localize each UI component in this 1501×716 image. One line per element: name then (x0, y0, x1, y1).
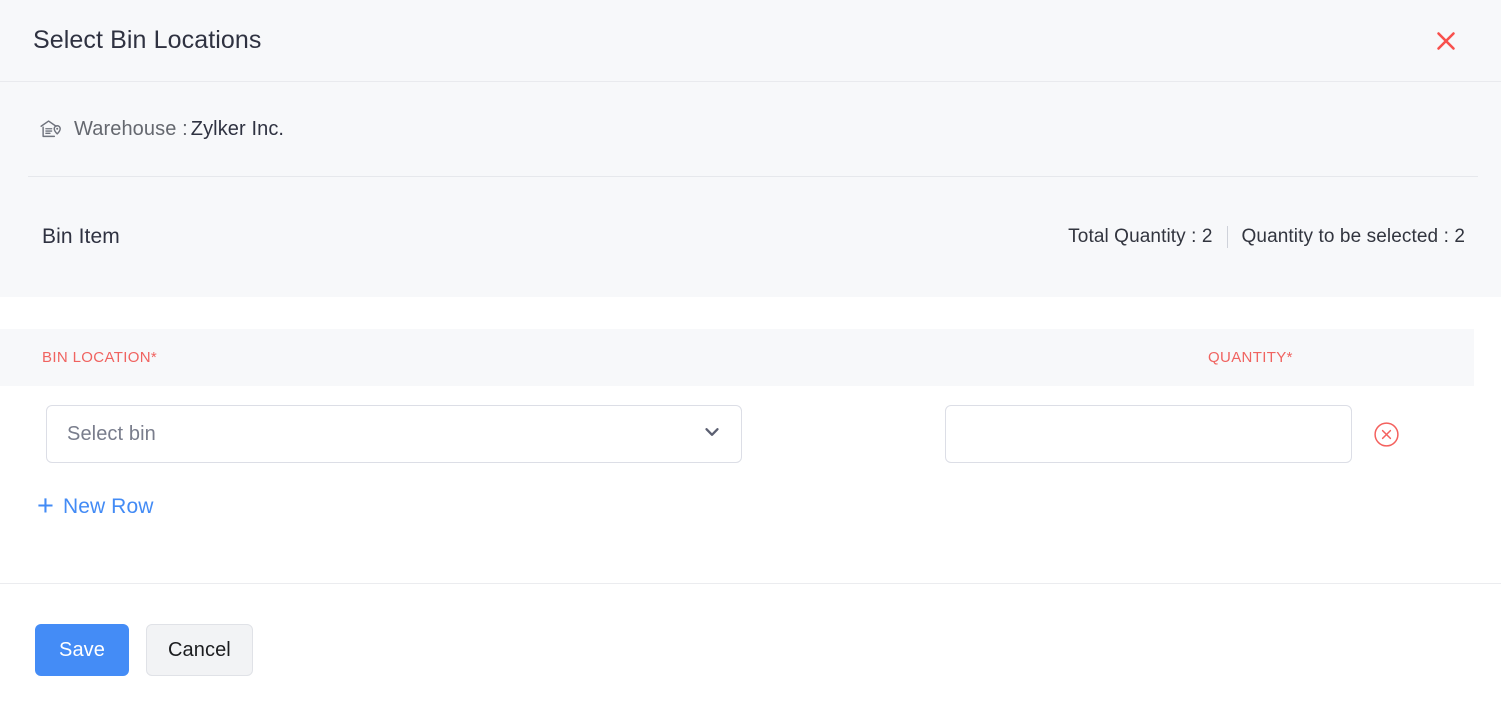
bin-info-panel: Warehouse : Zylker Inc. Bin Item Total Q… (0, 82, 1501, 297)
table-header-row: BIN LOCATION* QUANTITY* (0, 329, 1474, 386)
warehouse-label: Warehouse : (74, 117, 188, 140)
plus-icon: + (37, 490, 54, 522)
summary-divider (1226, 226, 1228, 248)
dialog-header: Select Bin Locations (0, 0, 1501, 82)
column-header-quantity: QUANTITY* (1208, 349, 1293, 366)
bin-location-select[interactable]: Select bin (46, 405, 742, 463)
add-new-row-label: New Row (62, 494, 154, 518)
warehouse-row: Warehouse : Zylker Inc. (0, 82, 1501, 176)
circle-x-icon[interactable] (1370, 418, 1402, 450)
add-new-row-button[interactable]: + New Row (37, 492, 154, 521)
cell-bin-location: Select bin (0, 405, 742, 463)
bin-item-title: Bin Item (42, 225, 120, 248)
quantity-input[interactable] (945, 405, 1352, 463)
warehouse-icon (38, 117, 62, 141)
quantity-to-be-selected-label: Quantity to be selected : 2 (1241, 226, 1465, 247)
cancel-button[interactable]: Cancel (146, 624, 253, 676)
cell-quantity (945, 405, 1352, 463)
save-button[interactable]: Save (35, 624, 129, 676)
column-header-bin-location: BIN LOCATION* (42, 349, 158, 366)
dialog-footer: Save Cancel (0, 584, 1501, 716)
bin-item-row: Bin Item Total Quantity : 2 Quantity to … (0, 177, 1501, 297)
bin-locations-table: BIN LOCATION* QUANTITY* Select bin + New… (0, 297, 1501, 583)
total-quantity-label: Total Quantity : 2 (1068, 226, 1213, 247)
bin-location-placeholder: Select bin (67, 422, 156, 445)
select-bin-locations-dialog: Select Bin Locations Warehouse : Zylker … (0, 0, 1501, 716)
page-title: Select Bin Locations (33, 26, 262, 54)
cell-row-actions (1370, 418, 1402, 450)
table-row: Select bin (0, 386, 1501, 463)
chevron-down-icon[interactable] (702, 422, 722, 447)
close-icon[interactable] (1429, 24, 1463, 58)
quantity-summary: Total Quantity : 2 Quantity to be select… (1068, 226, 1465, 248)
warehouse-value: Zylker Inc. (190, 117, 285, 140)
